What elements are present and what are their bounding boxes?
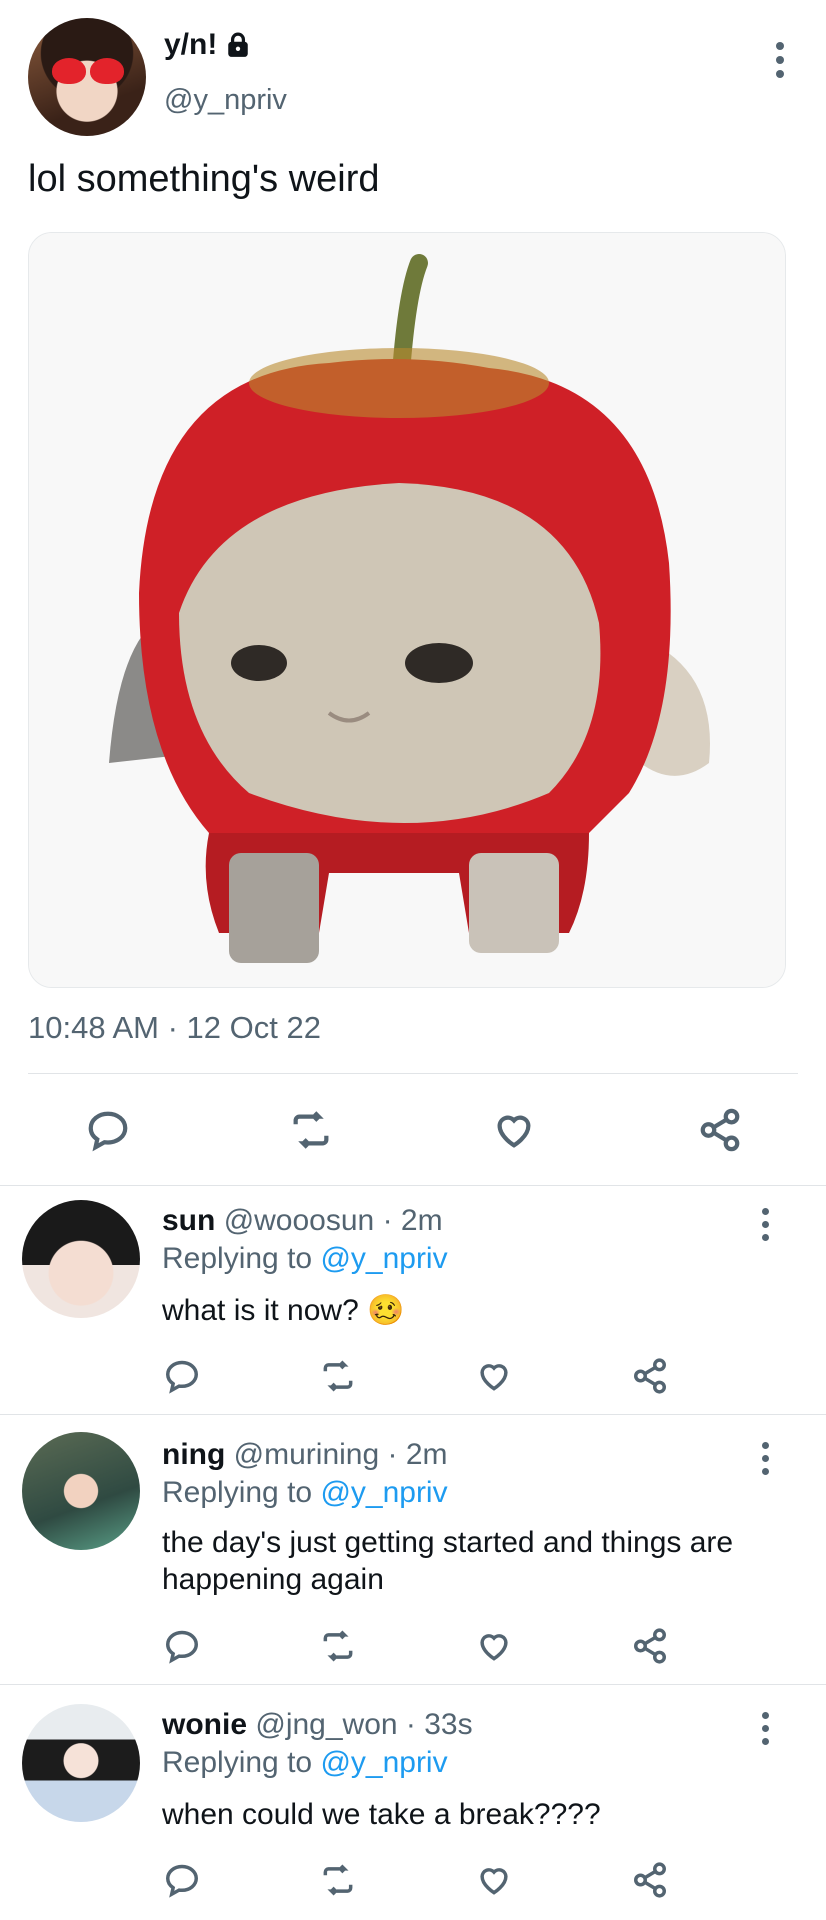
reply-time[interactable]: · 2m xyxy=(388,1438,448,1471)
lock-icon xyxy=(228,32,249,57)
tweet-timestamp[interactable]: 10:48 AM · 12 Oct 22 xyxy=(28,1010,321,1046)
like-icon[interactable] xyxy=(472,1858,516,1902)
divider xyxy=(0,1185,826,1186)
reply-header[interactable]: sun @wooosun · 2m xyxy=(162,1204,443,1238)
replying-to: Replying to @y_npriv xyxy=(162,1242,448,1275)
retweet-icon[interactable] xyxy=(316,1624,360,1668)
reply-icon[interactable] xyxy=(160,1354,204,1398)
author-avatar[interactable] xyxy=(28,18,146,136)
retweet-icon[interactable] xyxy=(316,1858,360,1902)
divider xyxy=(0,1684,826,1685)
reply-avatar[interactable] xyxy=(22,1432,140,1550)
like-icon[interactable] xyxy=(486,1102,542,1158)
retweet-icon[interactable] xyxy=(316,1354,360,1398)
more-options-icon[interactable] xyxy=(760,1712,770,1745)
reply-header[interactable]: ning @murining · 2m xyxy=(162,1438,448,1472)
reply-name[interactable]: ning xyxy=(162,1438,225,1471)
mention-link[interactable]: @y_npriv xyxy=(320,1746,447,1779)
reply-handle[interactable]: @murining xyxy=(234,1438,380,1471)
reply-avatar[interactable] xyxy=(22,1200,140,1318)
reply-time[interactable]: · 2m xyxy=(383,1204,443,1237)
apple-cat-image xyxy=(29,233,785,987)
divider xyxy=(28,1073,798,1074)
share-icon[interactable] xyxy=(692,1102,748,1158)
reply-name[interactable]: sun xyxy=(162,1204,215,1237)
more-options-icon[interactable] xyxy=(775,42,785,78)
like-icon[interactable] xyxy=(472,1624,516,1668)
replying-to: Replying to @y_npriv xyxy=(162,1746,448,1779)
author-handle[interactable]: @y_npriv xyxy=(164,84,287,117)
share-icon[interactable] xyxy=(628,1858,672,1902)
like-icon[interactable] xyxy=(472,1354,516,1398)
tweet-text: lol something's weird xyxy=(28,158,380,200)
tweet-media[interactable] xyxy=(28,232,786,988)
author-name[interactable]: y/n! xyxy=(164,28,217,62)
reply-avatar[interactable] xyxy=(22,1704,140,1822)
reply-icon[interactable] xyxy=(160,1624,204,1668)
share-icon[interactable] xyxy=(628,1354,672,1398)
share-icon[interactable] xyxy=(628,1624,672,1668)
mention-link[interactable]: @y_npriv xyxy=(320,1476,447,1509)
reply-icon[interactable] xyxy=(160,1858,204,1902)
reply-header[interactable]: wonie @jng_won · 33s xyxy=(162,1708,473,1742)
more-options-icon[interactable] xyxy=(760,1442,770,1475)
reply-handle[interactable]: @jng_won xyxy=(255,1708,397,1741)
reply-text: when could we take a break???? xyxy=(162,1798,601,1831)
retweet-icon[interactable] xyxy=(283,1102,339,1158)
reply-text: the day's just getting started and thing… xyxy=(162,1526,734,1596)
replying-to: Replying to @y_npriv xyxy=(162,1476,448,1509)
reply-handle[interactable]: @wooosun xyxy=(224,1204,375,1237)
more-options-icon[interactable] xyxy=(760,1208,770,1241)
divider xyxy=(0,1414,826,1415)
reply-name[interactable]: wonie xyxy=(162,1708,247,1741)
author-name-row[interactable]: y/n! xyxy=(164,28,251,62)
reply-time[interactable]: · 33s xyxy=(406,1708,473,1741)
reply-icon[interactable] xyxy=(80,1102,136,1158)
mention-link[interactable]: @y_npriv xyxy=(320,1242,447,1275)
reply-text: what is it now? 🥴 xyxy=(162,1294,405,1327)
